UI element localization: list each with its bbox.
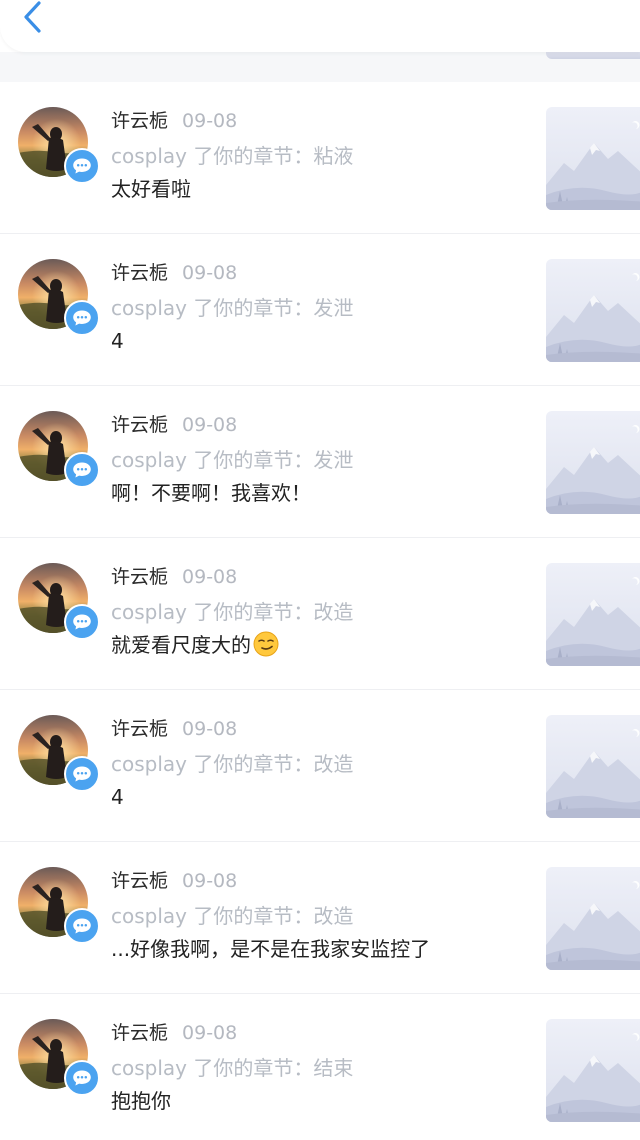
comment-badge	[64, 1060, 100, 1096]
timestamp: 09-08	[182, 718, 238, 740]
user-name[interactable]: 许云栀	[111, 1022, 168, 1044]
header-line: 许云栀 09-08	[111, 1020, 237, 1046]
comment-line: 4	[111, 326, 124, 356]
avatar[interactable]	[18, 1019, 100, 1096]
chapter-thumbnail[interactable]	[546, 259, 640, 362]
comment-line: 抱抱你	[111, 1086, 171, 1116]
avatar[interactable]	[18, 563, 100, 640]
chapter-label: cosplay 了你的章节：粘液	[111, 144, 354, 168]
timestamp: 09-08	[182, 566, 238, 588]
comment-line: 就爱看尺度大的	[111, 630, 279, 665]
header-line: 许云栀 09-08	[111, 868, 237, 894]
comment-text: ...好像我啊，是不是在我家安监控了	[111, 937, 431, 961]
comment-text: 啊！不要啊！我喜欢！	[111, 481, 311, 505]
chapter-thumbnail[interactable]	[546, 715, 640, 818]
chat-bubble-icon	[73, 918, 91, 934]
avatar[interactable]	[18, 867, 100, 944]
top-bar	[0, 0, 640, 52]
notification-item[interactable]: 许云栀 09-08 cosplay 了你的章节：发泄 啊！不要啊！我喜欢！	[0, 386, 640, 538]
timestamp: 09-08	[182, 262, 238, 284]
user-name[interactable]: 许云栀	[111, 566, 168, 588]
chat-bubble-icon	[73, 614, 91, 630]
comment-badge	[64, 452, 100, 488]
user-name[interactable]: 许云栀	[111, 262, 168, 284]
chapter-thumbnail[interactable]	[546, 563, 640, 666]
chat-bubble-icon	[73, 158, 91, 174]
timestamp: 09-08	[182, 110, 238, 132]
avatar[interactable]	[18, 107, 100, 184]
chat-bubble-icon	[73, 310, 91, 326]
chapter-label: cosplay 了你的章节：发泄	[111, 448, 354, 472]
header-line: 许云栀 09-08	[111, 716, 237, 742]
header-line: 许云栀 09-08	[111, 260, 237, 286]
timestamp: 09-08	[182, 870, 238, 892]
chapter-label: cosplay 了你的章节：改造	[111, 600, 354, 624]
notification-item[interactable]: 许云栀 09-08 cosplay 了你的章节：发泄 4	[0, 234, 640, 386]
header-line: 许云栀 09-08	[111, 108, 237, 134]
comment-badge	[64, 300, 100, 336]
notifications-screen: 许云栀 09-08 cosplay 了你的章节：粘液 太好看啦 许云栀 09-0…	[0, 0, 640, 1140]
chevron-left-icon	[24, 1, 41, 33]
chat-bubble-icon	[73, 462, 91, 478]
comment-text: 抱抱你	[111, 1089, 171, 1113]
chapter-label: cosplay 了你的章节：改造	[111, 752, 354, 776]
chapter-thumbnail[interactable]	[546, 1019, 640, 1122]
user-name[interactable]: 许云栀	[111, 718, 168, 740]
avatar[interactable]	[18, 259, 100, 336]
comment-text: 4	[111, 329, 124, 353]
avatar[interactable]	[18, 411, 100, 488]
comment-badge	[64, 756, 100, 792]
comment-badge	[64, 148, 100, 184]
notification-item[interactable]: 许云栀 09-08 cosplay 了你的章节：粘液 太好看啦	[0, 82, 640, 234]
comment-line: ...好像我啊，是不是在我家安监控了	[111, 934, 430, 964]
notification-item[interactable]: 许云栀 09-08 cosplay 了你的章节：改造 ...好像我啊，是不是在我家…	[0, 842, 640, 994]
timestamp: 09-08	[182, 414, 238, 436]
user-name[interactable]: 许云栀	[111, 110, 168, 132]
notification-item[interactable]: 许云栀 09-08 cosplay 了你的章节：结束 抱抱你	[0, 994, 640, 1140]
chat-bubble-icon	[73, 766, 91, 782]
comment-text: 太好看啦	[111, 177, 191, 201]
chapter-label: cosplay 了你的章节：改造	[111, 904, 354, 928]
previous-chapter-thumbnail	[546, 52, 640, 59]
user-name[interactable]: 许云栀	[111, 414, 168, 436]
comment-text: 4	[111, 785, 124, 809]
avatar[interactable]	[18, 715, 100, 792]
back-button[interactable]	[14, 0, 50, 34]
notification-item[interactable]: 许云栀 09-08 cosplay 了你的章节：改造 4	[0, 690, 640, 842]
notification-item[interactable]: 许云栀 09-08 cosplay 了你的章节：改造 就爱看尺度大的	[0, 538, 640, 690]
comment-notification-list: 许云栀 09-08 cosplay 了你的章节：粘液 太好看啦 许云栀 09-0…	[0, 82, 640, 1140]
comment-line: 4	[111, 782, 124, 812]
comment-line: 太好看啦	[111, 174, 191, 204]
chapter-thumbnail[interactable]	[546, 411, 640, 514]
chapter-label: cosplay 了你的章节：结束	[111, 1056, 354, 1080]
smirking-face-emoji	[253, 631, 279, 665]
chapter-label: cosplay 了你的章节：发泄	[111, 296, 354, 320]
comment-badge	[64, 908, 100, 944]
chat-bubble-icon	[73, 1070, 91, 1086]
timestamp: 09-08	[182, 1022, 238, 1044]
user-name[interactable]: 许云栀	[111, 870, 168, 892]
header-line: 许云栀 09-08	[111, 564, 237, 590]
header-line: 许云栀 09-08	[111, 412, 237, 438]
comment-line: 啊！不要啊！我喜欢！	[111, 478, 311, 508]
partially-visible-previous-item	[0, 52, 640, 82]
chapter-thumbnail[interactable]	[546, 107, 640, 210]
comment-badge	[64, 604, 100, 640]
comment-text: 就爱看尺度大的	[111, 633, 251, 657]
chapter-thumbnail[interactable]	[546, 867, 640, 970]
